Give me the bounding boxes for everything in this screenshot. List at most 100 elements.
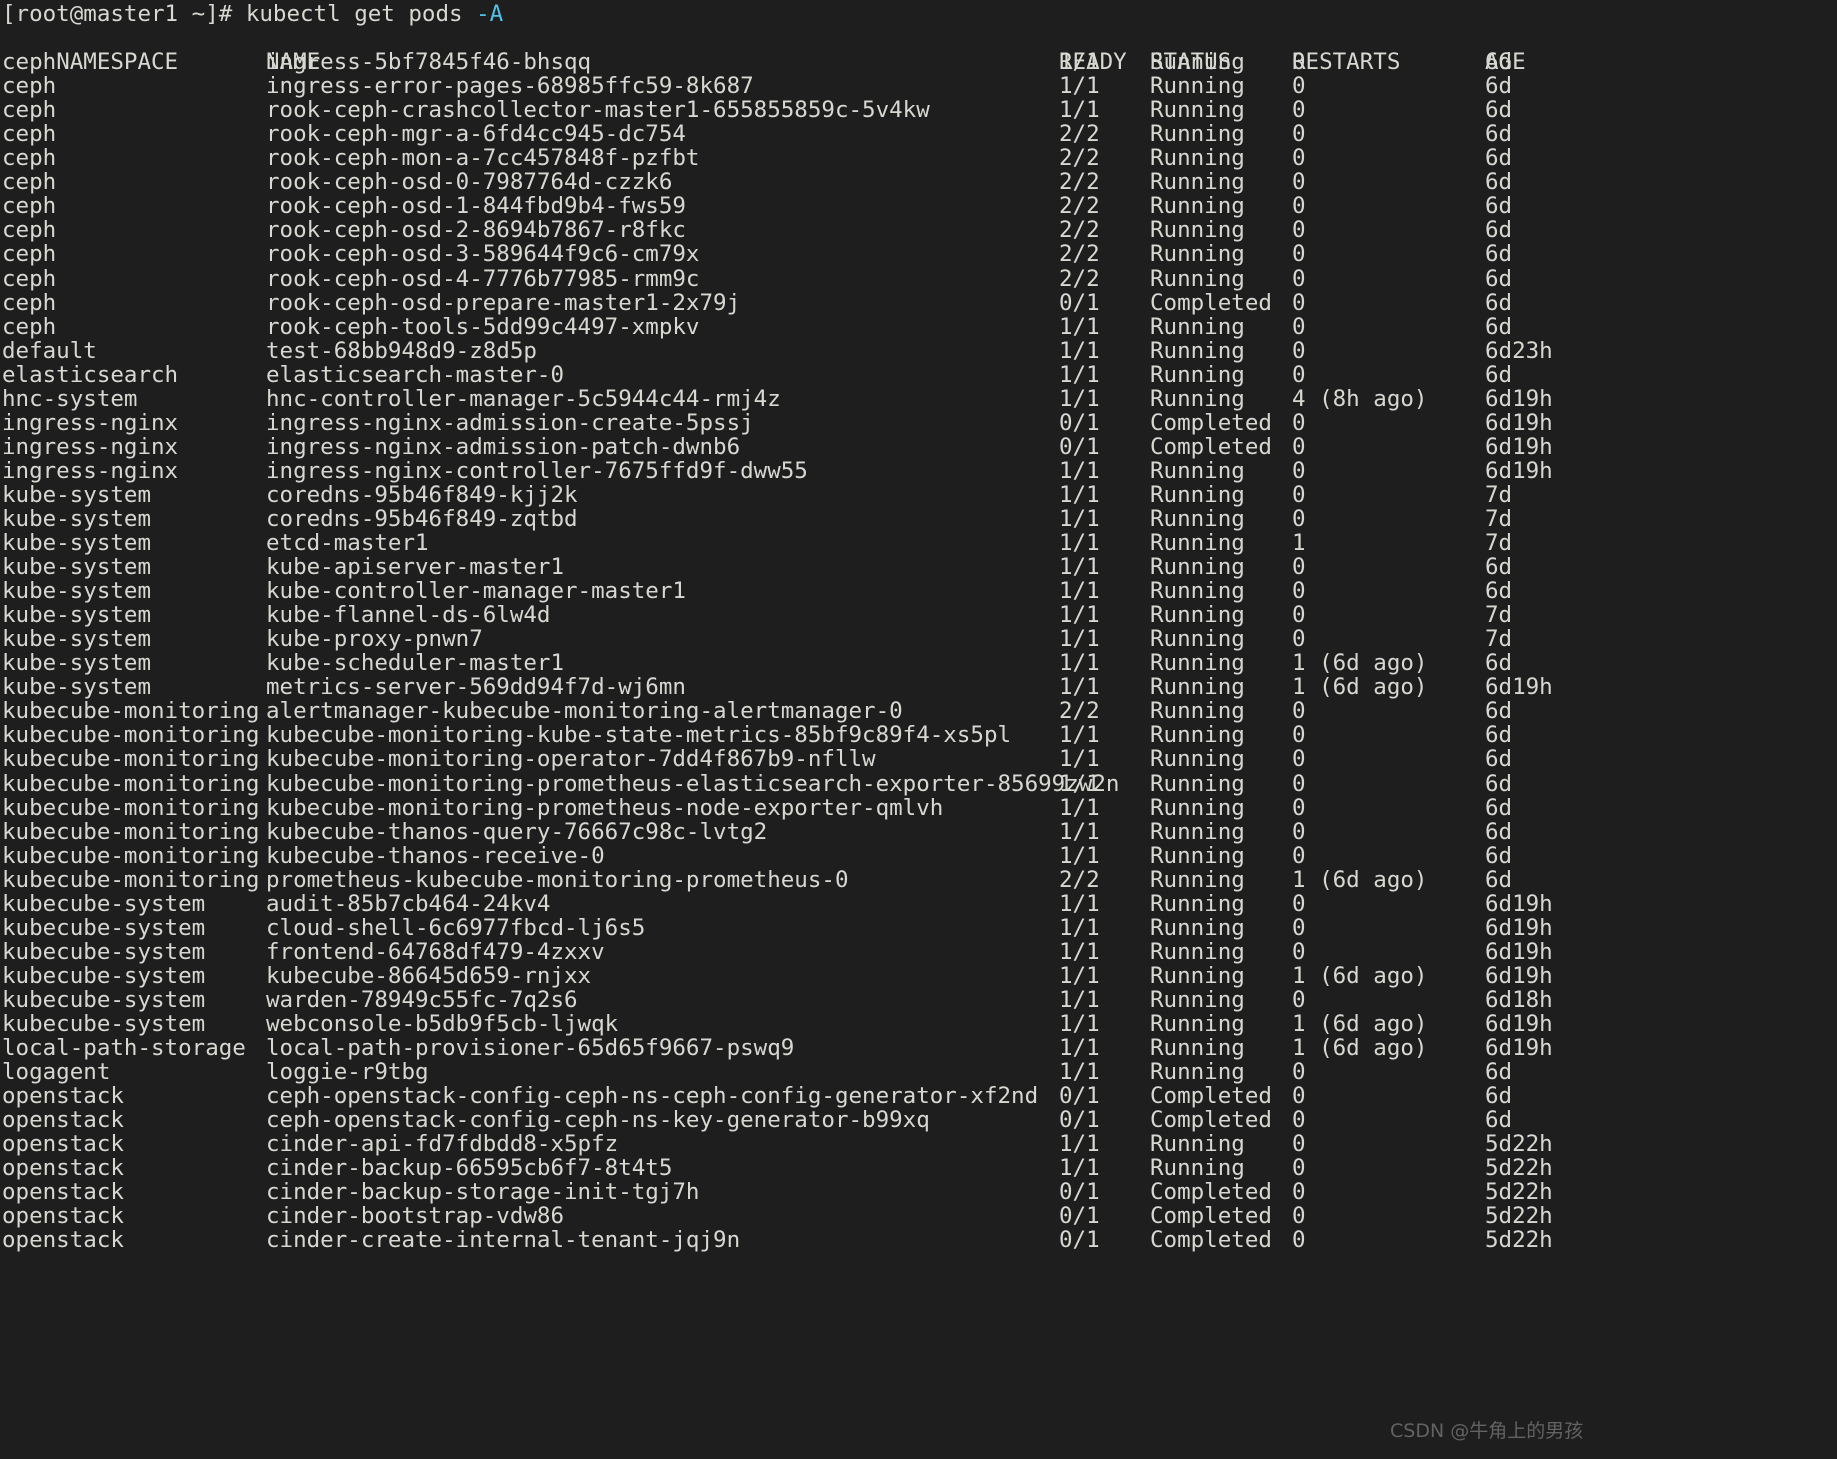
cell-age: 6d — [1485, 770, 1513, 797]
cell-namespace: kubecube-monitoring — [2, 770, 260, 797]
cell-ready: 1/1 — [1059, 578, 1100, 605]
cell-age: 5d22h — [1485, 1155, 1553, 1182]
cell-restarts: 1 (6d ago) — [1292, 1035, 1428, 1062]
cell-restarts: 0 — [1292, 770, 1306, 797]
cell-status: Running — [1150, 265, 1245, 292]
cell-ready: 1/1 — [1059, 1155, 1100, 1182]
cell-pod-name: kubecube-monitoring-prometheus-elasticse… — [266, 770, 1120, 797]
cell-pod-name: ingress-5bf7845f46-bhsqq — [266, 49, 592, 76]
cell-ready: 2/2 — [1059, 121, 1100, 148]
cell-age: 6d — [1485, 193, 1513, 220]
cell-restarts: 0 — [1292, 1107, 1306, 1134]
cell-ready: 1/1 — [1059, 385, 1100, 412]
cell-pod-name: rook-ceph-osd-4-7776b77985-rmm9c — [266, 265, 700, 292]
cell-pod-name: warden-78949c55fc-7q2s6 — [266, 986, 578, 1013]
cell-ready: 0/1 — [1059, 1227, 1100, 1254]
cell-age: 6d19h — [1485, 962, 1553, 989]
cell-ready: 2/2 — [1059, 193, 1100, 220]
cell-pod-name: ingress-nginx-admission-patch-dwnb6 — [266, 433, 741, 460]
cell-status: Running — [1150, 1131, 1245, 1158]
cell-restarts: 0 — [1292, 289, 1306, 316]
table-row: kubecube-monitoring alertmanager-kubecube… — [2, 699, 1837, 723]
cell-age: 7d — [1485, 626, 1513, 653]
cell-ready: 2/2 — [1059, 265, 1100, 292]
cell-namespace: kube-system — [2, 481, 152, 508]
table-row: ceph rook-ceph-osd-2-8694b7867-r8fkc 2/2 Ru… — [2, 218, 1837, 242]
table-row: ceph rook-ceph-osd-3-589644f9c6-cm79x 2/2 R… — [2, 242, 1837, 266]
cell-age: 7d — [1485, 505, 1513, 532]
cell-namespace: ceph — [2, 73, 57, 100]
cell-ready: 1/1 — [1059, 818, 1100, 845]
cell-pod-name: kube-flannel-ds-6lw4d — [266, 602, 551, 629]
table-row: openstack ceph-openstack-config-ceph-ns-c… — [2, 1084, 1837, 1108]
terminal-window[interactable]: [root@master1 ~]# kubectl get pods -A NA… — [0, 0, 1837, 1459]
cell-age: 6d — [1485, 746, 1513, 773]
cell-age: 6d — [1485, 578, 1513, 605]
csdn-watermark: CSDN @牛角上的男孩 — [1390, 1420, 1584, 1442]
table-row: kubecube-monitoring kubecube-monitoring-p… — [2, 770, 1837, 797]
cell-namespace: ceph — [2, 265, 57, 292]
cell-pod-name: cinder-api-fd7fdbdd8-x5pfz — [266, 1131, 619, 1158]
cell-restarts: 0 — [1292, 49, 1306, 76]
cell-namespace: kube-system — [2, 505, 152, 532]
cell-ready: 1/1 — [1059, 1131, 1100, 1158]
cell-namespace: kube-system — [2, 674, 152, 701]
cell-status: Running — [1150, 169, 1245, 196]
cell-restarts: 1 — [1292, 530, 1306, 557]
cell-status: Running — [1150, 1010, 1245, 1037]
cell-age: 5d22h — [1485, 1203, 1553, 1230]
cell-restarts: 0 — [1292, 145, 1306, 172]
shell-prompt-line: [root@master1 ~]# kubectl get pods -A — [2, 2, 1837, 26]
cell-ready: 2/2 — [1059, 866, 1100, 893]
cell-pod-name: loggie-r9tbg — [266, 1059, 429, 1086]
cell-namespace: ceph — [2, 217, 57, 244]
cell-pod-name: cinder-backup-66595cb6f7-8t4t5 — [266, 1155, 673, 1182]
cell-status: Completed — [1150, 409, 1272, 436]
cell-restarts: 0 — [1292, 1131, 1306, 1158]
cell-restarts: 0 — [1292, 1227, 1306, 1254]
cell-status: Completed — [1150, 1083, 1272, 1110]
cell-status: Running — [1150, 1059, 1245, 1086]
cell-restarts: 0 — [1292, 914, 1306, 941]
table-header-row: NAMESPACE NAME READY STATUS RESTARTS AGE — [2, 26, 1837, 74]
cell-ready: 1/1 — [1059, 505, 1100, 532]
cell-status: Running — [1150, 674, 1245, 701]
table-row: ceph ingress-5bf7845f46-bhsqq 1/1 Running 0 6… — [2, 50, 1837, 74]
table-row: ceph rook-ceph-osd-0-7987764d-czzk6 2/2 Run… — [2, 170, 1837, 194]
cell-pod-name: ingress-error-pages-68985ffc59-8k687 — [266, 73, 754, 100]
cell-pod-name: metrics-server-569dd94f7d-wj6mn — [266, 674, 686, 701]
cell-ready: 1/1 — [1059, 890, 1100, 917]
cell-status: Running — [1150, 505, 1245, 532]
cell-restarts: 0 — [1292, 1203, 1306, 1230]
cell-pod-name: etcd-master1 — [266, 530, 429, 557]
cell-status: Running — [1150, 1155, 1245, 1182]
table-row: kubecube-monitoring kubecube-monitoring-p… — [2, 795, 1837, 819]
cell-namespace: ceph — [2, 289, 57, 316]
cell-age: 6d — [1485, 722, 1513, 749]
cell-pod-name: hnc-controller-manager-5c5944c44-rmj4z — [266, 385, 781, 412]
cell-status: Running — [1150, 1035, 1245, 1062]
cell-status: Running — [1150, 962, 1245, 989]
cell-age: 6d — [1485, 866, 1513, 893]
cell-namespace: openstack — [2, 1131, 124, 1158]
cell-ready: 1/1 — [1059, 650, 1100, 677]
cell-age: 6d19h — [1485, 914, 1553, 941]
cell-age: 6d — [1485, 97, 1513, 124]
cell-namespace: openstack — [2, 1179, 124, 1206]
cell-age: 6d — [1485, 1107, 1513, 1134]
cell-restarts: 0 — [1292, 73, 1306, 100]
cell-restarts: 0 — [1292, 554, 1306, 581]
cell-status: Running — [1150, 722, 1245, 749]
cell-age: 6d — [1485, 217, 1513, 244]
cell-restarts: 0 — [1292, 626, 1306, 653]
cell-pod-name: kube-proxy-pnwn7 — [266, 626, 483, 653]
cell-ready: 1/1 — [1059, 986, 1100, 1013]
cell-status: Running — [1150, 602, 1245, 629]
cell-status: Running — [1150, 818, 1245, 845]
cell-status: Running — [1150, 385, 1245, 412]
cell-namespace: logagent — [2, 1059, 111, 1086]
cell-status: Running — [1150, 578, 1245, 605]
cell-status: Running — [1150, 145, 1245, 172]
table-row: elasticsearch elasticsearch-master-0 1/1 Ru… — [2, 363, 1837, 387]
cell-ready: 1/1 — [1059, 49, 1100, 76]
